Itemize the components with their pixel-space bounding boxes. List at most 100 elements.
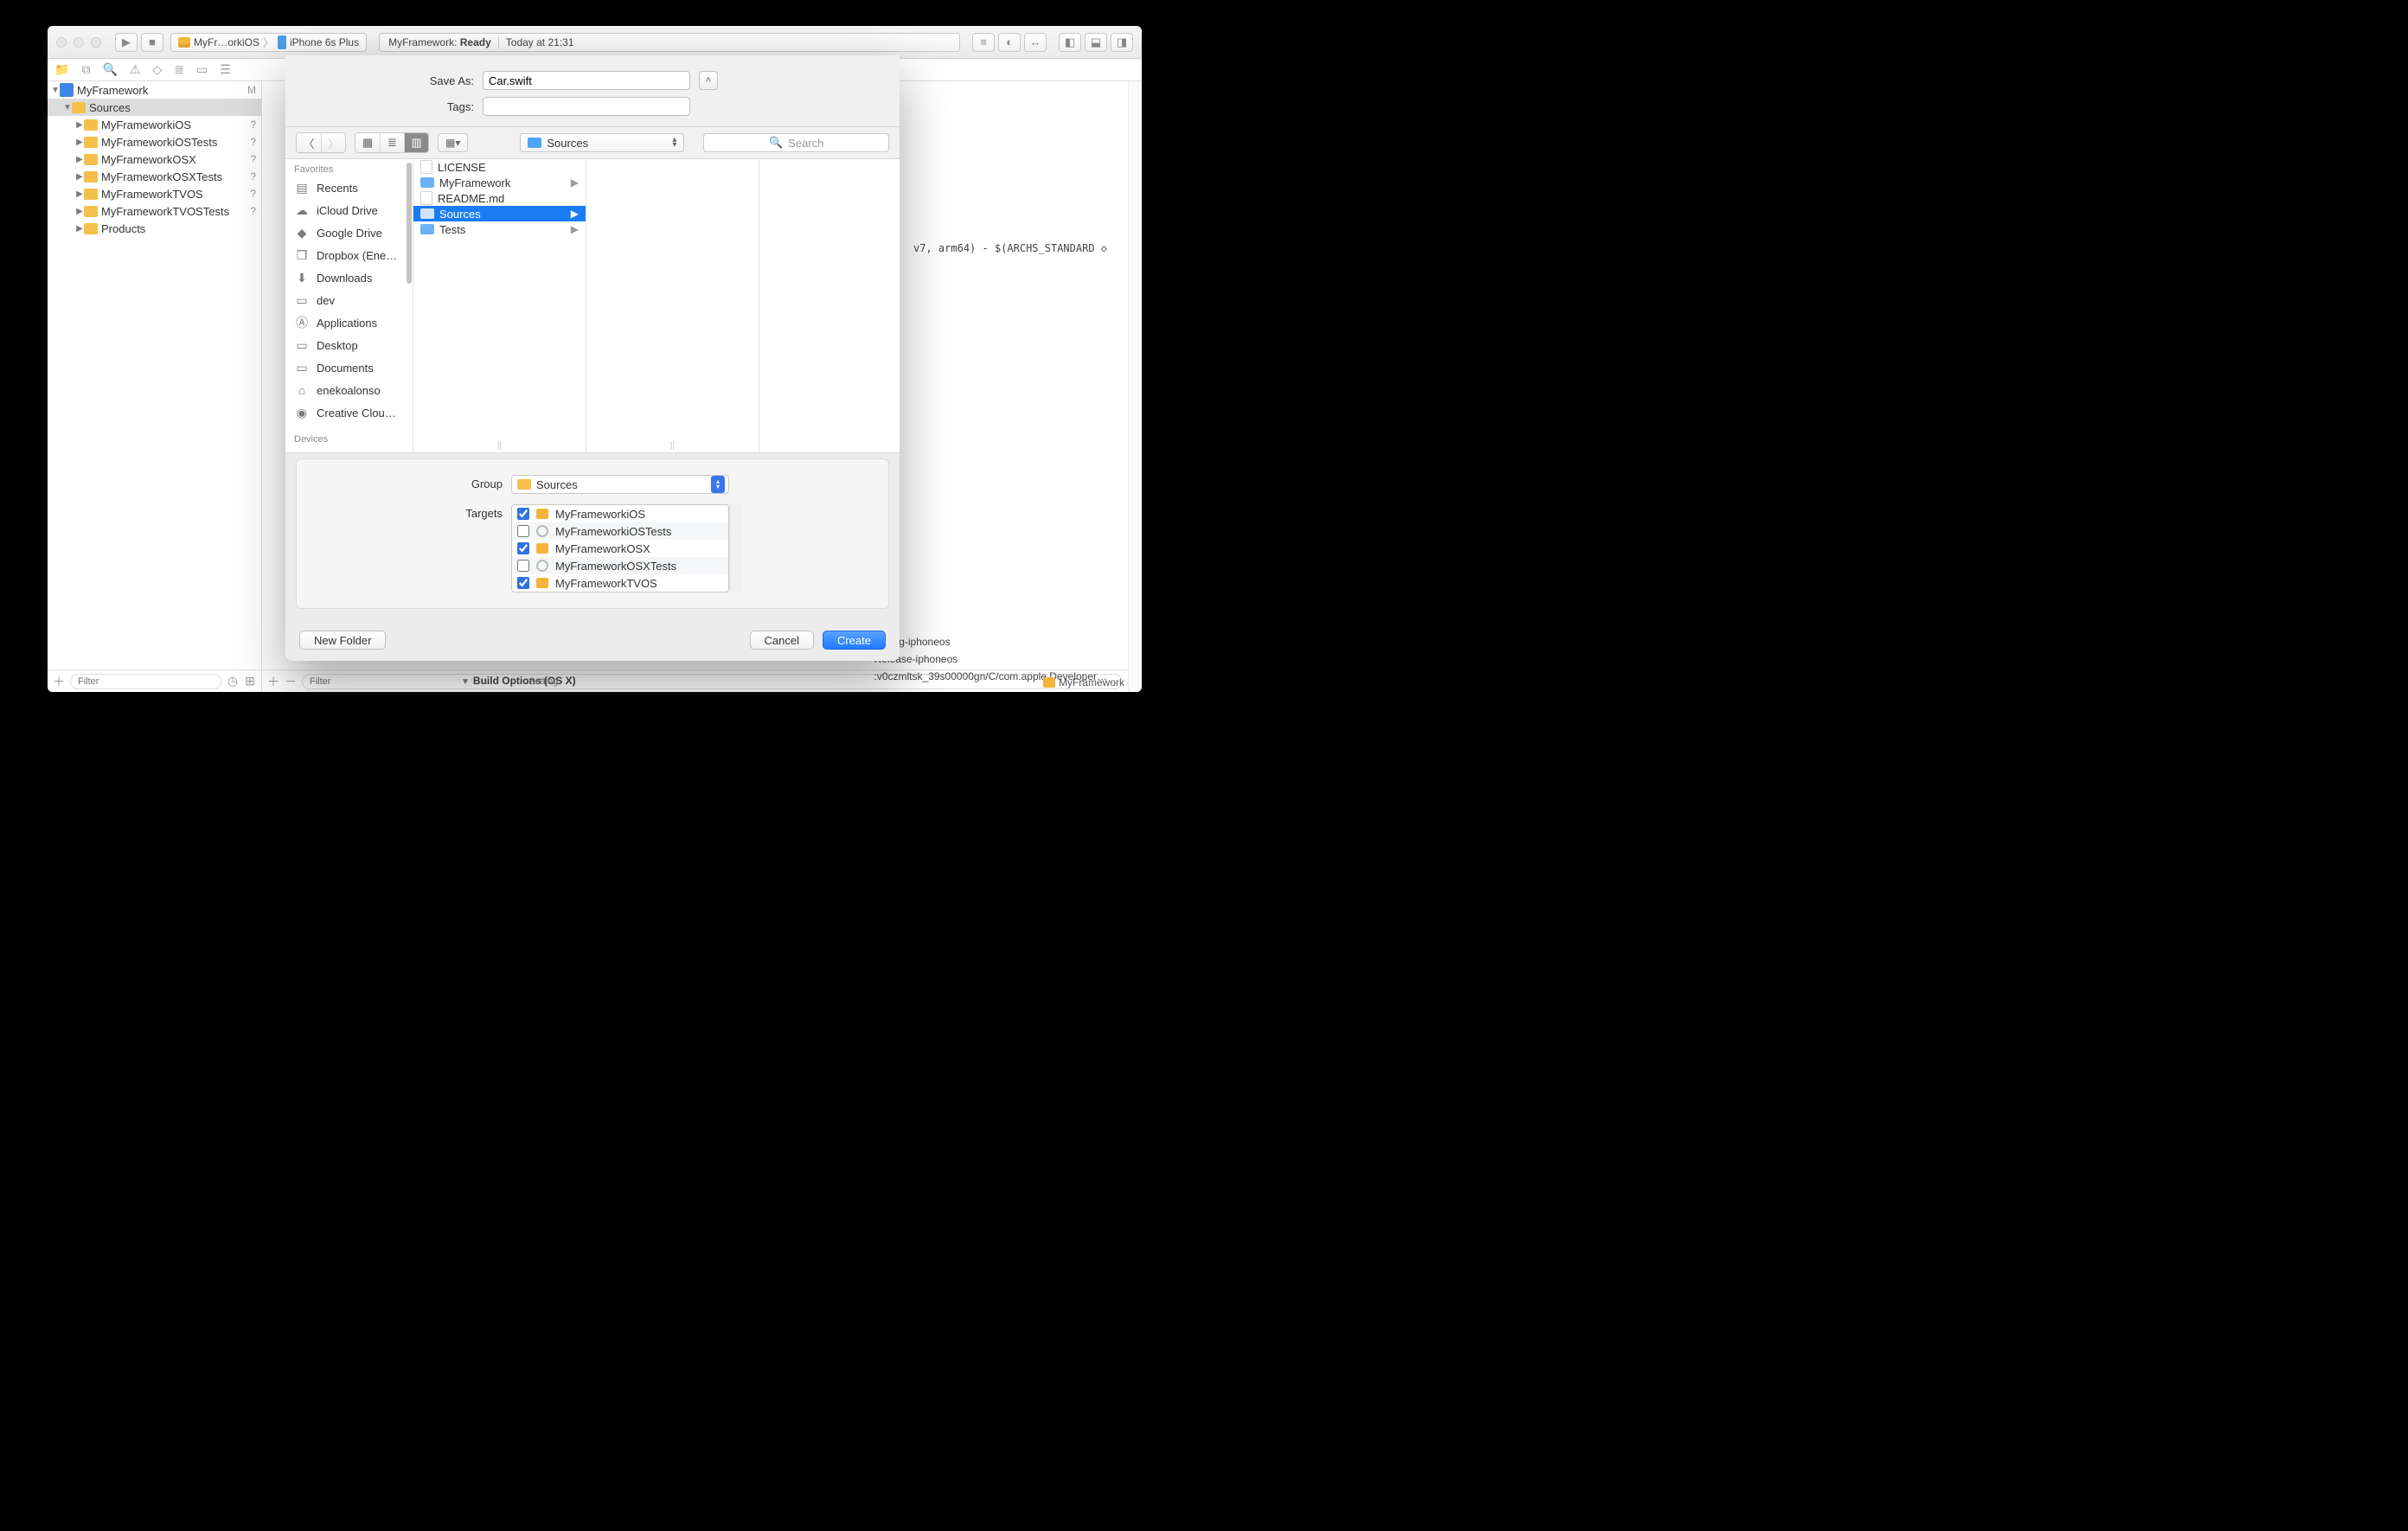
scm-status: ? xyxy=(246,188,256,200)
favorite-item[interactable]: ▭dev xyxy=(285,289,413,311)
view-mode-segment[interactable]: ▦ ≣ ▥ xyxy=(355,132,429,153)
back-button[interactable]: 〈 xyxy=(297,133,321,152)
tree-folder-row[interactable]: ▶MyFrameworkOSXTests? xyxy=(48,168,261,185)
target-row[interactable]: MyFrameworkOSXTests xyxy=(512,557,728,574)
target-row[interactable]: MyFrameworkTVOS xyxy=(512,574,728,592)
arrange-button[interactable]: ▦▾ xyxy=(438,133,468,152)
clock-icon[interactable]: ◷ xyxy=(227,674,239,689)
editor-scrollbar[interactable] xyxy=(1128,81,1142,692)
favorite-item[interactable]: ❒Dropbox (Ene… xyxy=(285,244,413,266)
window-traffic-lights[interactable] xyxy=(56,37,101,48)
favorites-scrollbar[interactable] xyxy=(407,163,412,284)
report-navigator-icon[interactable]: ☰ xyxy=(220,62,231,77)
tree-folder-row[interactable]: ▶MyFrameworkiOS? xyxy=(48,116,261,133)
editor-assistant-button[interactable]: ◐ xyxy=(998,33,1021,52)
favorite-item[interactable]: ⒶApplications xyxy=(285,311,413,334)
create-button[interactable]: Create xyxy=(823,631,886,650)
target-checkbox[interactable] xyxy=(517,560,529,572)
tree-folder-row[interactable]: ▼ Sources xyxy=(48,99,261,116)
browser-column xyxy=(759,159,900,452)
tags-input[interactable] xyxy=(483,97,690,116)
test-navigator-icon[interactable]: ◇ xyxy=(152,62,162,77)
tree-label: MyFrameworkTVOSTests xyxy=(101,205,246,218)
toolbox-icon xyxy=(1043,677,1055,688)
tree-folder-row[interactable]: ▶MyFrameworkTVOS? xyxy=(48,185,261,202)
favorite-item[interactable]: ⬇Downloads xyxy=(285,266,413,289)
folder-icon xyxy=(528,138,541,148)
stop-button[interactable]: ■ xyxy=(141,33,163,52)
target-row[interactable]: MyFrameworkiOSTests xyxy=(512,522,728,540)
target-checkbox[interactable] xyxy=(517,508,529,520)
path-popup-label: Sources xyxy=(547,137,588,150)
target-row[interactable]: MyFrameworkiOS xyxy=(512,505,728,522)
favorite-item[interactable]: ▭Documents xyxy=(285,356,413,379)
tree-project-row[interactable]: ▼ MyFramework M xyxy=(48,81,261,99)
remove-button[interactable]: － xyxy=(285,673,297,690)
toggle-bottom-panel-button[interactable]: ⬓ xyxy=(1085,33,1107,52)
scm-filter-icon[interactable]: ⊞ xyxy=(244,674,256,689)
editor-standard-button[interactable]: ≡ xyxy=(972,33,995,52)
desktop-icon: ▭ xyxy=(294,338,310,353)
debug-navigator-icon[interactable]: ≣ xyxy=(174,62,184,77)
file-row[interactable]: README.md xyxy=(413,190,586,206)
file-row[interactable]: Sources▶ xyxy=(413,206,586,221)
project-navigator-icon[interactable]: 📁 xyxy=(54,62,69,77)
editor-version-button[interactable]: ↔ xyxy=(1024,33,1047,52)
scheme-selector[interactable]: MyFr…orkiOS 〉 iPhone 6s Plus xyxy=(170,33,367,52)
add-button[interactable]: ＋ xyxy=(53,673,65,690)
save-as-input[interactable] xyxy=(483,71,690,90)
scm-status: ? xyxy=(246,119,256,131)
save-as-label: Save As: xyxy=(301,74,474,87)
targets-scrollbar[interactable] xyxy=(729,504,741,593)
path-popup[interactable]: Sources ▴▾ xyxy=(520,133,684,152)
targets-list: MyFrameworkiOS MyFrameworkiOSTests MyFra… xyxy=(511,504,729,593)
home-icon: ⌂ xyxy=(294,383,310,397)
updown-icon: ▴▾ xyxy=(711,476,725,493)
file-row[interactable]: LICENSE xyxy=(413,159,586,175)
tree-folder-row[interactable]: ▶MyFrameworkiOSTests? xyxy=(48,133,261,151)
icon-view-icon[interactable]: ▦ xyxy=(355,133,380,152)
folder-icon xyxy=(84,189,98,200)
tree-folder-row[interactable]: ▶MyFrameworkTVOSTests? xyxy=(48,202,261,220)
toolbox-icon xyxy=(178,37,190,48)
column-view-icon[interactable]: ▥ xyxy=(404,133,428,152)
favorite-item[interactable]: ▤Recents xyxy=(285,176,413,199)
column-resize-handle[interactable]: || xyxy=(670,441,675,451)
group-label: Group xyxy=(314,475,503,490)
navigator-filter-input[interactable] xyxy=(70,674,221,689)
favorite-item[interactable]: ⌂enekoalonso xyxy=(285,379,413,401)
scheme-target-label: MyFr…orkiOS xyxy=(194,36,259,48)
favorite-item[interactable]: ☁iCloud Drive xyxy=(285,199,413,221)
favorite-item[interactable]: ◉Creative Clou… xyxy=(285,401,413,424)
toggle-right-panel-button[interactable]: ◨ xyxy=(1111,33,1133,52)
add-button[interactable]: ＋ xyxy=(267,673,279,690)
forward-button[interactable]: 〉 xyxy=(321,133,345,152)
new-folder-button[interactable]: New Folder xyxy=(299,631,386,650)
toggle-left-panel-button[interactable]: ◧ xyxy=(1059,33,1081,52)
tree-folder-row[interactable]: ▶Products xyxy=(48,220,261,237)
target-checkbox[interactable] xyxy=(517,525,529,537)
target-row[interactable]: MyFrameworkOSX xyxy=(512,540,728,557)
list-view-icon[interactable]: ≣ xyxy=(380,133,404,152)
file-icon xyxy=(420,191,432,205)
favorite-item[interactable]: ◆Google Drive xyxy=(285,221,413,244)
issue-navigator-icon[interactable]: ⚠ xyxy=(130,62,141,77)
group-popup[interactable]: Sources ▴▾ xyxy=(511,475,729,494)
run-button[interactable]: ▶ xyxy=(115,33,138,52)
tree-folder-row[interactable]: ▶MyFrameworkOSX? xyxy=(48,151,261,168)
sheet-footer: New Folder Cancel Create xyxy=(285,619,900,661)
find-navigator-icon[interactable]: 🔍 xyxy=(102,62,117,77)
column-resize-handle[interactable]: || xyxy=(497,441,502,451)
collapse-sheet-button[interactable]: ˄ xyxy=(699,71,718,90)
breakpoint-navigator-icon[interactable]: ▭ xyxy=(196,62,208,77)
target-checkbox[interactable] xyxy=(517,542,529,554)
sheet-search-field[interactable]: 🔍 Search xyxy=(703,133,889,152)
file-row[interactable]: Tests▶ xyxy=(413,221,586,237)
favorite-item[interactable]: ▭Desktop xyxy=(285,334,413,356)
symbol-navigator-icon[interactable]: ⧉ xyxy=(81,62,90,77)
tree-label: MyFrameworkiOSTests xyxy=(101,136,246,149)
target-checkbox[interactable] xyxy=(517,577,529,589)
section-header[interactable]: ▼Build Options (OS X) xyxy=(461,675,576,687)
cancel-button[interactable]: Cancel xyxy=(750,631,814,650)
file-row[interactable]: MyFramework▶ xyxy=(413,175,586,190)
